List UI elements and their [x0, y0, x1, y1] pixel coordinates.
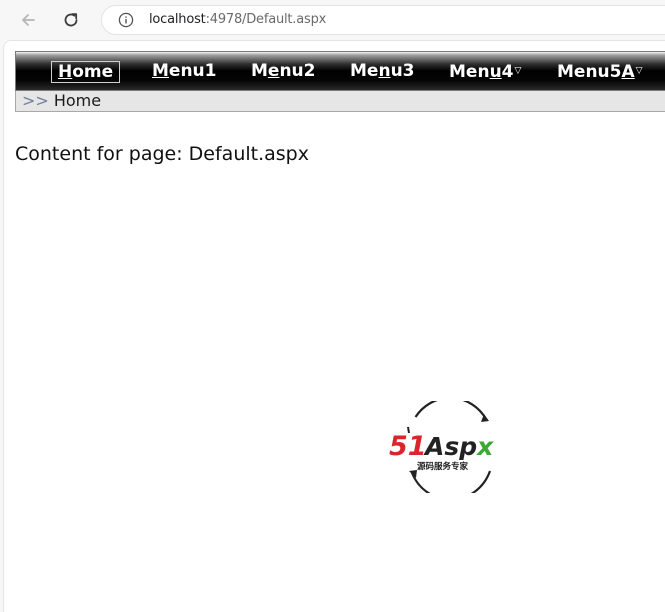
menu-label-pre: M [251, 61, 268, 81]
menu-item-home[interactable]: Home [51, 61, 121, 83]
logo-tagline: 源码服务专家 [417, 461, 469, 472]
info-icon[interactable] [118, 12, 134, 28]
menu-label-post: 4 [501, 62, 514, 82]
menu-item-menu3[interactable]: Menu3 [350, 60, 415, 82]
menu-label-post: enu1 [168, 61, 217, 81]
browser-toolbar: localhost:4978/Default.aspx [0, 0, 665, 40]
logo-51: 51 [389, 431, 427, 462]
menu-label-accesskey: A [621, 62, 635, 82]
page-content-text: Content for page: Default.aspx [15, 143, 309, 165]
menu-label-accesskey: e [267, 61, 280, 81]
url-text[interactable]: localhost:4978/Default.aspx [149, 12, 326, 27]
back-arrow-icon [22, 14, 35, 26]
menu-label-pre: Menu5 [557, 62, 622, 82]
menu-label-accesskey: H [58, 62, 73, 82]
menu-item-menu4[interactable]: Menu4▽ [449, 60, 521, 82]
logo-aspx: Aspx [423, 432, 494, 461]
reload-icon [64, 13, 78, 27]
menu-label-post: nu2 [279, 61, 316, 81]
menu-label-pre: Men [449, 62, 490, 82]
menu-item-menu5a[interactable]: Menu5A▽ [557, 60, 643, 82]
menu-label-post: u3 [390, 61, 415, 81]
menu-item-menu1[interactable]: Menu1 [152, 60, 217, 82]
url-path: :4978/Default.aspx [205, 12, 327, 27]
submenu-caret-icon: ▽ [635, 66, 643, 76]
reload-button[interactable] [56, 5, 86, 35]
address-bar[interactable]: localhost:4978/Default.aspx [101, 5, 665, 35]
breadcrumb-separator: >> [22, 91, 49, 110]
menu-label-accesskey: M [152, 61, 169, 81]
51aspx-logo: 51 Aspx 源码服务专家 [389, 401, 494, 493]
url-host: localhost [149, 12, 206, 27]
breadcrumb: >> Home [15, 91, 665, 112]
back-button[interactable] [13, 5, 43, 35]
page-viewport: Home Menu1 Menu2 Menu3 Menu4▽ Menu5A▽ >>… [3, 40, 665, 612]
menu-item-menu2[interactable]: Menu2 [251, 60, 316, 82]
menu-label-accesskey: u [489, 62, 502, 82]
menu-label-post: ome [72, 62, 114, 82]
menu-label-pre: Me [350, 61, 379, 81]
breadcrumb-current: Home [53, 91, 102, 110]
menu-label-accesskey: n [378, 61, 391, 81]
main-menu: Home Menu1 Menu2 Menu3 Menu4▽ Menu5A▽ [15, 51, 665, 91]
submenu-caret-icon: ▽ [514, 66, 522, 76]
